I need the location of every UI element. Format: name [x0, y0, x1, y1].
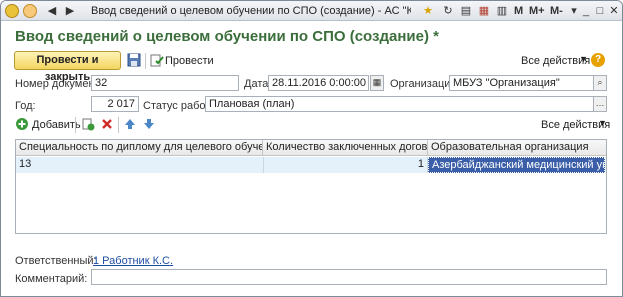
minimize-icon[interactable]: _: [579, 4, 593, 18]
page-title: Ввод сведений о целевом обучении по СПО …: [15, 28, 439, 45]
status-field[interactable]: Плановая (план): [205, 96, 594, 112]
favorite-star-icon[interactable]: ★: [421, 4, 435, 18]
memory-minus-button[interactable]: M-: [550, 5, 563, 17]
separator: [145, 53, 146, 69]
add-icon[interactable]: [15, 117, 31, 133]
specialties-table[interactable]: Специальность по диплому для целевого об…: [15, 139, 607, 234]
maximize-icon[interactable]: □: [593, 4, 607, 18]
doc-number-field[interactable]: 32: [91, 75, 239, 91]
select-ellipsis-button[interactable]: …: [593, 96, 607, 112]
app-logo-icon: [5, 4, 19, 18]
year-label: Год:: [15, 100, 36, 112]
cell-org[interactable]: Азербайджанский медицинский универ...: [428, 157, 605, 173]
close-icon[interactable]: ✕: [607, 4, 621, 18]
window-title: Ввод сведений о целевом обучении по СПО …: [91, 5, 411, 17]
comment-field[interactable]: [91, 269, 607, 285]
move-down-icon[interactable]: [142, 117, 158, 133]
document-icon[interactable]: ▤: [459, 4, 473, 18]
separator: [118, 117, 119, 133]
forward-icon[interactable]: ▶: [63, 4, 77, 18]
organization-field[interactable]: МБУЗ "Организация": [449, 75, 594, 91]
memory-plus-button[interactable]: M+: [529, 5, 545, 17]
move-up-icon[interactable]: [123, 117, 139, 133]
calendar-picker-icon[interactable]: ▦: [370, 75, 384, 91]
responsible-label: Ответственный:: [15, 255, 97, 267]
comment-label: Комментарий:: [15, 273, 88, 285]
post-and-close-button[interactable]: Провести и закрыть: [14, 51, 121, 83]
year-field[interactable]: 2 017: [91, 96, 139, 112]
date-field[interactable]: 28.11.2016 0:00:00: [268, 75, 369, 91]
save-icon[interactable]: [127, 53, 143, 69]
calculator-icon[interactable]: ▥: [495, 4, 509, 18]
title-bar: ◀ ▶ Ввод сведений о целевом обучении по …: [1, 1, 622, 21]
cell-contracts[interactable]: 1: [264, 157, 427, 173]
column-header-contracts[interactable]: Количество заключенных договоров: [263, 140, 428, 156]
column-header-org[interactable]: Образовательная организация: [428, 140, 606, 156]
form-window: ◀ ▶ Ввод сведений о целевом обучении по …: [0, 0, 623, 297]
cell-specialty[interactable]: 13: [16, 157, 263, 173]
table-row[interactable]: 13 1 Азербайджанский медицинский универ.…: [16, 157, 606, 173]
copy-row-icon[interactable]: [81, 117, 97, 133]
post-icon[interactable]: [150, 53, 166, 69]
post-button[interactable]: Провести: [165, 55, 214, 67]
delete-icon[interactable]: [100, 117, 116, 133]
back-icon[interactable]: ◀: [45, 4, 59, 18]
memory-m-button[interactable]: M: [514, 5, 523, 17]
menu-arrow-icon[interactable]: [23, 4, 37, 18]
search-icon[interactable]: ⌕: [593, 75, 607, 91]
table-all-actions-chevron-icon[interactable]: ▼: [598, 118, 607, 128]
column-header-specialty[interactable]: Специальность по диплому для целевого об…: [16, 140, 263, 156]
responsible-link[interactable]: 1 Работник К.С.: [93, 255, 173, 267]
separator: [75, 117, 76, 133]
help-icon[interactable]: ?: [591, 53, 605, 67]
history-icon[interactable]: ↻: [441, 4, 455, 18]
all-actions-chevron-icon[interactable]: ▼: [579, 54, 588, 64]
calendar-icon[interactable]: ▦: [477, 4, 491, 18]
add-button[interactable]: Добавить: [32, 119, 81, 131]
